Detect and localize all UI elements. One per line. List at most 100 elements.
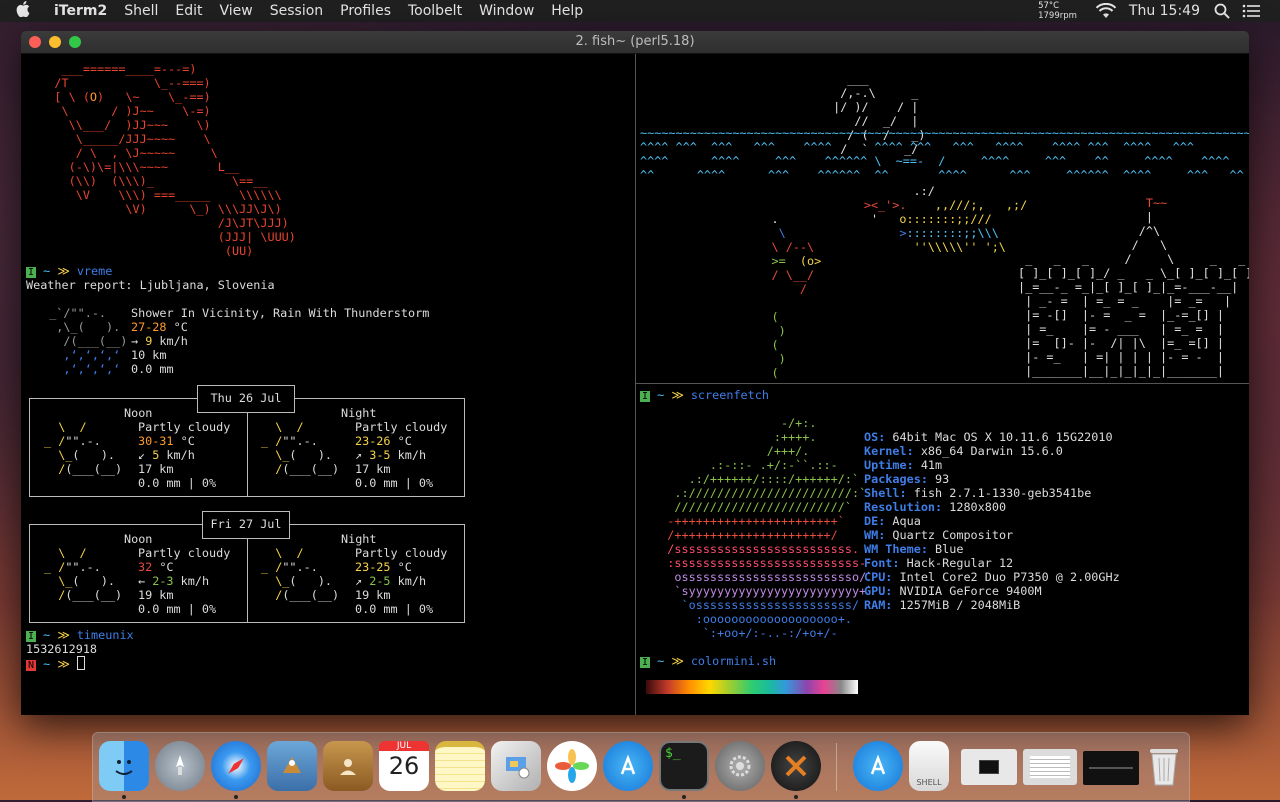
unix-time-output: 1532612918	[26, 642, 98, 656]
app-store-downloads-icon[interactable]	[853, 741, 903, 791]
prompt-line-active[interactable]: N ~ ≫	[26, 656, 85, 673]
day2-night-details: Partly cloudy 23-25 °C ↗ 2-5 km/h 19 km …	[355, 546, 447, 616]
minimized-window-thumbnail-1[interactable]	[961, 749, 1017, 785]
minimize-window-button[interactable]	[49, 36, 61, 48]
system-preferences-icon[interactable]	[715, 741, 765, 791]
cpu-temp-value: 57°C	[1038, 1, 1060, 11]
preview-icon[interactable]	[491, 741, 541, 791]
prompt-line-screenfetch: I ~ ≫ screenfetch	[640, 388, 769, 402]
day1-night-visibility: 17 km	[355, 462, 391, 476]
launchpad-icon[interactable]	[155, 741, 205, 791]
menu-help[interactable]: Help	[543, 0, 592, 22]
menu-app-name[interactable]: iTerm2	[48, 0, 116, 22]
ascii-art-fish: .:/ ><_'>. ,,///;, ,;/ . ' o:::::::;;///…	[736, 184, 1028, 380]
day1-date-label: Thu 26 Jul	[197, 385, 295, 413]
day1-noon-icon: \ / _ /"".-. \_( ). /(___(__)	[44, 420, 123, 476]
window-title: 2. fish~ (perl5.18)	[575, 34, 695, 49]
day2-night-temp: 23-25 °C	[355, 560, 412, 574]
notification-center-icon[interactable]	[1242, 4, 1260, 18]
wifi-icon[interactable]	[1095, 3, 1117, 19]
photos-icon[interactable]	[547, 741, 597, 791]
day2-noon-condition: Partly cloudy	[138, 546, 231, 560]
trash-icon[interactable]	[1139, 741, 1189, 791]
terminal-running-indicator	[682, 795, 686, 799]
right-top-terminal-pane[interactable]: ___ /,-.\ _ |/ )/ / | // _/ | / ( / _) /…	[636, 54, 1249, 383]
menu-view[interactable]: View	[211, 0, 261, 22]
calendar-day: 26	[388, 752, 420, 780]
info-os: OS: 64bit Mac OS X 10.11.6 15G22010	[864, 430, 1113, 444]
day2-night-condition: Partly cloudy	[355, 546, 448, 560]
menu-edit[interactable]: Edit	[167, 0, 211, 22]
day1-night-icon: \ / _ /"".-. \_( ). /(___(__)	[261, 420, 340, 476]
color-test-bar	[646, 680, 858, 694]
xquartz-icon[interactable]	[771, 741, 821, 791]
day2-noon-details: Partly cloudy 32 °C ← 2-3 km/h 19 km 0.0…	[138, 546, 230, 616]
menubar-clock[interactable]: Thu 15:49	[1129, 3, 1200, 19]
prompt-line-colormini: I ~ ≫ colormini.sh	[640, 654, 777, 668]
day2-night-label: Night	[341, 532, 377, 546]
apple-logo-ascii: -/+:. :++++. /+++/. .:-::- .+/:-``.::- .…	[667, 416, 874, 640]
notes-icon[interactable]	[435, 741, 485, 791]
window-titlebar[interactable]: 2. fish~ (perl5.18)	[21, 31, 1249, 54]
mail-icon[interactable]	[267, 741, 317, 791]
prompt-status-badge: I	[26, 267, 37, 278]
day1-night-details: Partly cloudy 23-26 °C ↗ 3-5 km/h 17 km …	[355, 420, 447, 490]
day1-night-label: Night	[341, 406, 377, 420]
minimized-window-thumbnail-2[interactable]	[1023, 749, 1077, 785]
shell-file-label: SHELL	[916, 778, 942, 787]
system-info-list: OS: 64bit Mac OS X 10.11.6 15G22010 Kern…	[864, 430, 1120, 612]
menu-session[interactable]: Session	[261, 0, 331, 22]
apple-menu-icon[interactable]	[16, 1, 34, 21]
menu-profiles[interactable]: Profiles	[332, 0, 400, 22]
info-font: Font: Hack-Regular 12	[864, 556, 1014, 570]
menu-toolbelt[interactable]: Toolbelt	[399, 0, 470, 22]
close-window-button[interactable]	[29, 36, 41, 48]
finder-icon[interactable]	[99, 741, 149, 791]
current-wind: → 9 km/h	[131, 334, 188, 348]
menu-bar: iTerm2 Shell Edit View Session Profiles …	[0, 0, 1280, 22]
day1-night-precip: 0.0 mm | 0%	[355, 476, 434, 490]
safari-icon[interactable]	[211, 741, 261, 791]
prompt-status-badge: I	[640, 391, 651, 402]
calendar-icon[interactable]: JUL 26	[379, 741, 429, 791]
contacts-icon[interactable]	[323, 741, 373, 791]
day2-noon-precip: 0.0 mm | 0%	[138, 602, 217, 616]
day2-night-icon: \ / _ /"".-. \_( ). /(___(__)	[261, 546, 340, 602]
day2-noon-wind: ← 2-3 km/h	[138, 574, 210, 588]
right-bottom-terminal-pane[interactable]: I ~ ≫ screenfetch -/+:. :++++. /+++/. .:…	[636, 384, 1249, 715]
zoom-window-button[interactable]	[69, 36, 81, 48]
day2-noon-icon: \ / _ /"".-. \_( ). /(___(__)	[44, 546, 123, 602]
iterm-window: 2. fish~ (perl5.18) ___======____=---=) …	[21, 31, 1249, 715]
info-de: DE: Aqua	[864, 514, 921, 528]
current-temperature: 27-28 °C	[131, 320, 188, 334]
current-weather-icon: _`/"".-. ,\_( ). /(___(__) ‚ʻ‚ʻ‚ʻ‚ʻ ‚ʻ‚ʻ…	[35, 306, 135, 376]
info-ram: RAM: 1257MiB / 2048MiB	[864, 598, 1021, 612]
menu-shell[interactable]: Shell	[116, 0, 167, 22]
day1-night-condition: Partly cloudy	[355, 420, 448, 434]
safari-running-indicator	[234, 795, 238, 799]
command-text: timeunix	[76, 628, 134, 642]
left-terminal-pane[interactable]: ___======____=---=) /T \_--===) [ \ (O) …	[21, 54, 635, 715]
weather-report-heading: Weather report: Ljubljana, Slovenia	[26, 278, 275, 292]
spotlight-search-icon[interactable]	[1214, 3, 1230, 19]
ascii-art-water: ~~~~~~~~~~~~~~~~~~~~~~~~~~~~~~~~~~~~~~~~…	[640, 126, 1249, 182]
day1-noon-precip: 0.0 mm | 0%	[138, 476, 217, 490]
prompt-status-badge: I	[640, 657, 651, 668]
day2-night-wind: ↗ 2-5 km/h	[355, 574, 427, 588]
menu-window[interactable]: Window	[471, 0, 543, 22]
day2-noon-temp: 32 °C	[138, 560, 174, 574]
minimized-window-thumbnail-3[interactable]	[1083, 751, 1139, 785]
day1-noon-wind: ↙ 5 km/h	[138, 448, 195, 462]
terminal-icon[interactable]: $_	[659, 741, 709, 791]
shell-script-file-icon[interactable]: SHELL	[909, 741, 949, 791]
app-store-icon[interactable]	[603, 741, 653, 791]
dock-separator	[836, 743, 837, 791]
command-text: vreme	[76, 264, 113, 278]
day2-date-label: Fri 27 Jul	[202, 511, 290, 539]
command-text: colormini.sh	[690, 654, 777, 668]
cpu-temp-status[interactable]: 57°C 1799rpm	[1038, 1, 1077, 21]
day1-noon-temp: 30-31 °C	[138, 434, 195, 448]
info-cpu: CPU: Intel Core2 Duo P7350 @ 2.00GHz	[864, 570, 1120, 584]
finder-running-indicator	[122, 795, 126, 799]
current-precipitation: 0.0 mm	[131, 362, 174, 376]
